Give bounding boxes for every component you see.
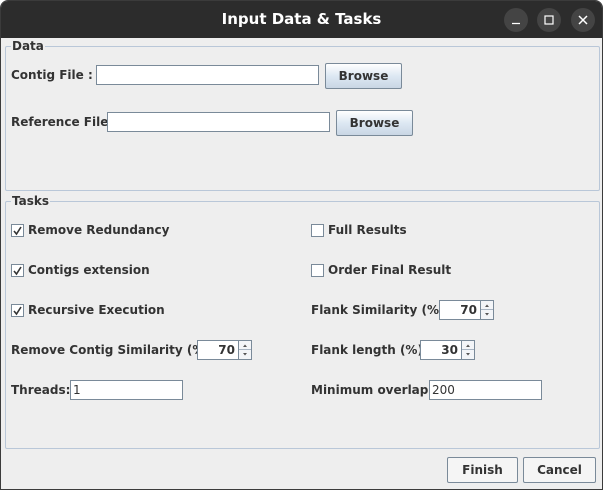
arrow-down-icon <box>485 313 489 316</box>
spinner-up-button[interactable] <box>481 301 493 310</box>
order-final-result-label[interactable]: Order Final Result <box>328 263 451 277</box>
data-group-legend: Data <box>11 39 45 53</box>
checkmark-icon <box>13 306 22 316</box>
remove-contig-similarity-label: Remove Contig Similarity (%): <box>11 343 215 357</box>
order-final-result-checkbox[interactable] <box>311 264 324 277</box>
reference-file-label: Reference File: <box>11 115 114 129</box>
flank-similarity-value[interactable]: 70 <box>439 300 481 320</box>
tasks-group: Tasks <box>5 194 600 449</box>
contig-file-label: Contig File : <box>11 68 93 82</box>
full-results-checkbox[interactable] <box>311 224 324 237</box>
remove-contig-similarity-spinner[interactable]: 70 <box>197 340 253 360</box>
dialog-window: Input Data & Tasks Data Contig File : Br… <box>0 0 603 490</box>
threads-label: Threads: <box>11 383 71 397</box>
spinner-up-button[interactable] <box>239 341 251 350</box>
title-bar[interactable]: Input Data & Tasks <box>1 1 602 38</box>
threads-field[interactable]: 1 <box>70 380 183 400</box>
contigs-extension-label[interactable]: Contigs extension <box>28 263 150 277</box>
flank-similarity-arrows[interactable] <box>480 300 494 320</box>
finish-button[interactable]: Finish <box>447 457 518 483</box>
remove-contig-similarity-value[interactable]: 70 <box>197 340 239 360</box>
flank-length-spinner[interactable]: 30 <box>420 340 476 360</box>
flank-similarity-label: Flank Similarity (%): <box>311 303 450 317</box>
spinner-down-button[interactable] <box>481 310 493 319</box>
spinner-up-button[interactable] <box>462 341 474 350</box>
recursive-execution-label[interactable]: Recursive Execution <box>28 303 165 317</box>
spinner-down-button[interactable] <box>462 350 474 359</box>
maximize-icon <box>544 15 554 25</box>
flank-similarity-spinner[interactable]: 70 <box>439 300 495 320</box>
contig-file-field[interactable] <box>96 65 319 85</box>
reference-browse-button[interactable]: Browse <box>336 110 413 136</box>
flank-length-label: Flank length (%): <box>311 343 428 357</box>
flank-length-value[interactable]: 30 <box>420 340 462 360</box>
reference-file-field[interactable] <box>107 112 330 132</box>
remove-contig-similarity-arrows[interactable] <box>238 340 252 360</box>
close-icon <box>578 15 588 25</box>
arrow-up-icon <box>485 304 489 307</box>
contig-browse-button[interactable]: Browse <box>325 63 402 89</box>
contigs-extension-checkbox[interactable] <box>11 264 24 277</box>
minimize-button[interactable] <box>504 8 528 32</box>
cancel-button[interactable]: Cancel <box>523 457 596 483</box>
checkmark-icon <box>13 226 22 236</box>
minimum-overlap-field[interactable]: 200 <box>429 380 542 400</box>
arrow-up-icon <box>466 344 470 347</box>
full-results-label[interactable]: Full Results <box>328 223 407 237</box>
remove-redundancy-checkbox[interactable] <box>11 224 24 237</box>
minimum-overlap-label: Minimum overlap: <box>311 383 434 397</box>
arrow-up-icon <box>243 344 247 347</box>
tasks-group-legend: Tasks <box>11 194 51 208</box>
spinner-down-button[interactable] <box>239 350 251 359</box>
remove-redundancy-label[interactable]: Remove Redundancy <box>28 223 170 237</box>
maximize-button[interactable] <box>537 8 561 32</box>
arrow-down-icon <box>466 353 470 356</box>
flank-length-arrows[interactable] <box>461 340 475 360</box>
minimize-icon <box>512 22 520 25</box>
recursive-execution-checkbox[interactable] <box>11 304 24 317</box>
checkmark-icon <box>13 266 22 276</box>
close-button[interactable] <box>571 8 595 32</box>
arrow-down-icon <box>243 353 247 356</box>
